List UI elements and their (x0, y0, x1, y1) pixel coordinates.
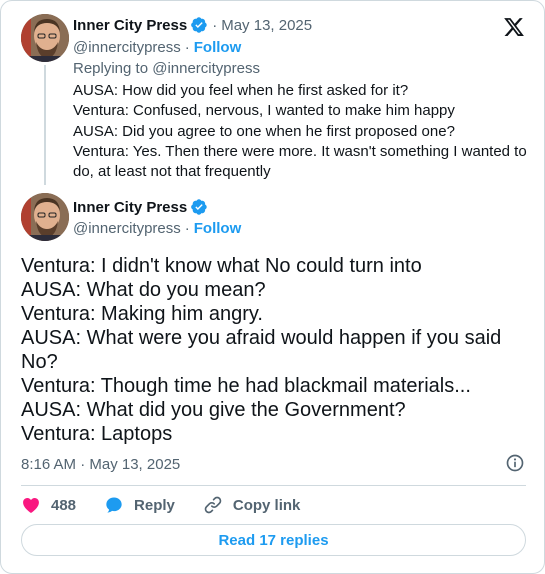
parent-author-row: Inner City Press · May 13, 2025 (73, 16, 312, 34)
reply-label: Reply (134, 496, 175, 514)
reply-button[interactable]: Reply (104, 495, 175, 515)
tweet-line: AUSA: What do you mean? (21, 279, 266, 301)
like-count: 488 (51, 496, 77, 514)
follow-button[interactable]: Follow (194, 220, 242, 237)
avatar[interactable] (21, 14, 69, 62)
replying-to: Replying to @innercitypress (73, 60, 260, 77)
tweet-line: Ventura: Though time he had blackmail ma… (21, 375, 471, 397)
x-logo-icon[interactable] (503, 16, 525, 38)
read-replies-button[interactable]: Read 17 replies (21, 524, 526, 556)
dot-separator: · (184, 39, 190, 56)
handle[interactable]: @innercitypress (73, 39, 181, 56)
verified-badge-icon (191, 199, 207, 215)
parent-tweet-text: AUSA: How did you feel when he first ask… (73, 81, 533, 182)
author-name[interactable]: Inner City Press (73, 17, 187, 34)
tweet-line: Ventura: Yes. Then there were more. It w… (73, 142, 527, 181)
main-handle-row: @innercitypress · Follow (73, 220, 241, 237)
verified-badge-icon (191, 17, 207, 33)
thread-line (44, 65, 46, 185)
tweet-timestamp[interactable]: 8:16 AM · May 13, 2025 (21, 456, 180, 473)
copy-link-label: Copy link (232, 496, 301, 514)
info-icon[interactable] (505, 453, 525, 473)
parent-handle-row: @innercitypress · Follow (73, 39, 241, 56)
author-name[interactable]: Inner City Press (73, 199, 187, 216)
heart-icon (23, 498, 39, 513)
divider (21, 485, 526, 486)
tweet-line: Ventura: Laptops (21, 423, 173, 445)
date-separator: · (212, 16, 218, 34)
tweet-embed-card: Inner City Press · May 13, 2025 @innerci… (0, 0, 545, 574)
tweet-line: AUSA: Did you agree to one when he first… (73, 122, 455, 140)
follow-button[interactable]: Follow (194, 39, 242, 56)
dot-separator: · (184, 220, 190, 237)
tweet-line: AUSA: What were you afraid would happen … (21, 327, 502, 373)
action-bar: 488 Reply Copy link (21, 493, 328, 517)
like-button[interactable]: 488 (21, 495, 76, 515)
tweet-date[interactable]: May 13, 2025 (221, 17, 312, 34)
tweet-line: AUSA: What did you give the Government? (21, 399, 406, 421)
link-icon (204, 496, 222, 514)
main-author-row: Inner City Press (73, 198, 208, 216)
tweet-line: AUSA: How did you feel when he first ask… (73, 82, 409, 99)
copy-link-button[interactable]: Copy link (203, 495, 301, 515)
main-tweet-text: Ventura: I didn't know what No could tur… (21, 254, 526, 446)
tweet-line: Ventura: I didn't know what No could tur… (21, 255, 422, 277)
tweet-line: Ventura: Confused, nervous, I wanted to … (73, 102, 455, 120)
avatar[interactable] (21, 193, 69, 241)
tweet-line: Ventura: Making him angry. (21, 303, 263, 325)
reply-bubble-icon (106, 497, 122, 513)
handle[interactable]: @innercitypress (73, 220, 181, 237)
